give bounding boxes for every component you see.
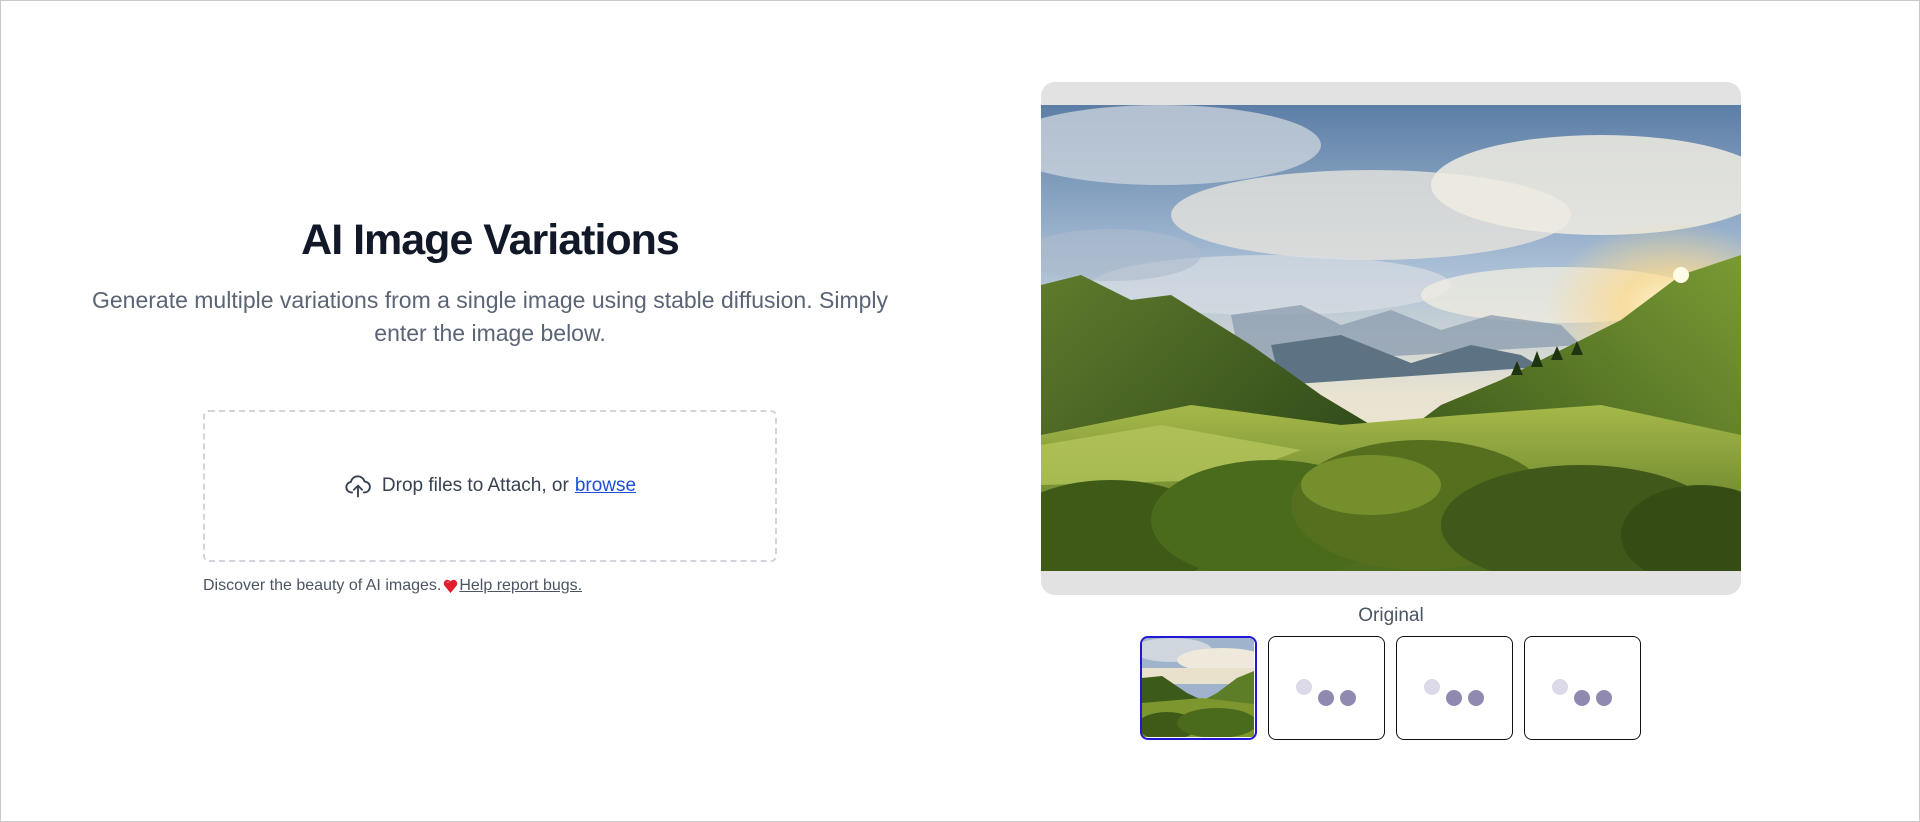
browse-link[interactable]: browse: [575, 475, 636, 497]
loading-indicator: [1424, 679, 1484, 709]
thumbnail-variation-1[interactable]: [1268, 636, 1385, 740]
dropzone-content: Drop files to Attach, or browse: [344, 472, 636, 500]
footer-note: Discover the beauty of AI images. Help r…: [203, 577, 582, 595]
footer-note-text: Discover the beauty of AI images.: [203, 577, 442, 594]
cloud-upload-icon: [344, 472, 372, 500]
dropzone-text: Drop files to Attach, or: [381, 475, 569, 496]
help-report-bugs-link[interactable]: Help report bugs.: [459, 577, 582, 595]
variation-thumbnails: [1140, 636, 1641, 740]
preview-caption: Original: [1358, 605, 1424, 626]
thumbnail-original[interactable]: [1140, 636, 1257, 740]
page-title: AI Image Variations: [301, 216, 680, 264]
thumbnail-variation-3[interactable]: [1524, 636, 1641, 740]
thumbnail-image: [1142, 638, 1254, 737]
file-dropzone[interactable]: Drop files to Attach, or browse: [203, 410, 777, 562]
loading-indicator: [1296, 679, 1356, 709]
hero-section: AI Image Variations Generate multiple va…: [80, 210, 900, 350]
thumbnail-variation-2[interactable]: [1396, 636, 1513, 740]
original-image: [1041, 105, 1741, 571]
page-subtitle: Generate multiple variations from a sing…: [91, 287, 889, 346]
preview-panel: [1041, 82, 1741, 595]
heart-icon: [443, 578, 458, 594]
loading-indicator: [1552, 679, 1612, 709]
